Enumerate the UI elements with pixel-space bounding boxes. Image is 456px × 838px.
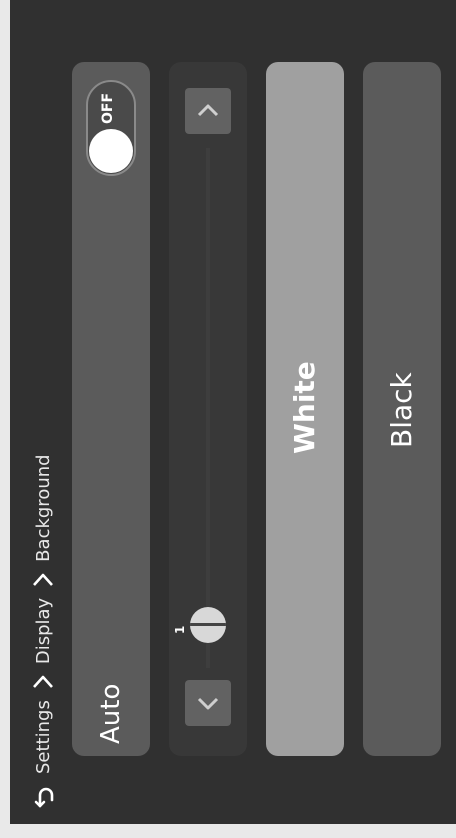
slider-value: 1 [173,625,187,634]
breadcrumb-settings[interactable]: Settings [33,700,54,774]
toggle-state-label: OFF [100,92,116,124]
chevron-right-icon [32,672,54,692]
breadcrumb-display[interactable]: Display [33,598,54,664]
slider-down-button[interactable] [185,680,231,726]
breadcrumb-background: Background [32,454,54,562]
slider-up-button[interactable] [185,88,231,134]
chevron-down-icon [197,697,219,710]
auto-label: Auto [96,683,126,744]
chevron-right-icon [32,570,54,590]
black-option[interactable]: Black [363,62,441,756]
slider-thumb[interactable] [190,607,226,643]
black-label: Black [385,372,418,448]
slider-track[interactable] [206,148,210,668]
breadcrumb: Settings Display Background [26,2,60,812]
auto-option[interactable]: OFF Auto [72,62,150,756]
return-arrow-icon[interactable] [28,782,58,812]
auto-toggle[interactable]: OFF [86,80,136,176]
white-label: White [288,361,321,454]
brightness-slider-panel: 1 [169,62,247,756]
bottom-bezel [0,824,456,838]
white-option[interactable]: White [266,62,344,756]
chevron-up-icon [197,104,219,117]
toggle-knob [89,129,133,173]
display-background-screen: Settings Display Background OFF Auto 1 W… [10,0,456,824]
